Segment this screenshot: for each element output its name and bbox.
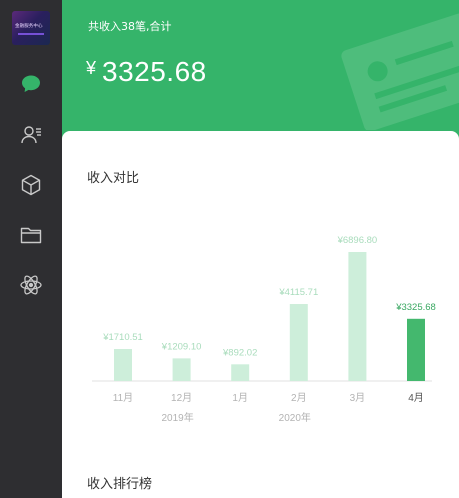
card-decoration-icon xyxy=(341,13,459,130)
bar-4[interactable] xyxy=(348,252,367,381)
sidebar: 金融服务中心 xyxy=(0,0,62,498)
bar-value-label-0: ¥1710.51 xyxy=(102,332,143,343)
income-total-amount: 3325.68 xyxy=(102,56,207,87)
category-label-2: 1月 xyxy=(232,392,248,404)
bar-0[interactable] xyxy=(114,349,132,381)
bar-3[interactable] xyxy=(289,304,308,381)
year-label-1: 2019年 xyxy=(161,411,193,424)
bar-2[interactable] xyxy=(231,364,250,381)
user-list-icon xyxy=(21,126,41,144)
nav-item-files[interactable] xyxy=(0,215,62,255)
nav-item-users[interactable] xyxy=(0,115,62,155)
income-total: ¥3325.68 xyxy=(86,56,207,88)
income-count-text: 共收入38笔,合计 xyxy=(88,20,172,33)
category-label-5: 4月 xyxy=(408,392,424,404)
bar-1[interactable] xyxy=(172,358,191,381)
bar-value-label-1: ¥1209.10 xyxy=(161,341,202,352)
income-comparison-card: 收入对比 ¥1710.51 11月 ¥1209.10 12月 2019年 ¥892.02 1… xyxy=(62,131,459,498)
logo-decoration xyxy=(18,33,44,35)
chat-icon xyxy=(22,75,40,92)
category-label-0: 11月 xyxy=(113,392,133,404)
category-label-4: 3月 xyxy=(350,392,366,404)
logo-text: 金融服务中心 xyxy=(15,24,43,29)
atom-icon xyxy=(20,275,42,295)
income-summary-header: 共收入38笔,合计 ¥3325.68 xyxy=(62,0,459,140)
year-label-3: 2020年 xyxy=(279,411,311,424)
bar-value-label-5: ¥3325.68 xyxy=(395,302,436,313)
nav-item-products[interactable] xyxy=(0,165,62,205)
nav-item-apps[interactable] xyxy=(0,265,62,305)
bar-value-label-4: ¥6896.80 xyxy=(337,235,378,246)
bar-value-label-2: ¥892.02 xyxy=(222,347,257,358)
app-logo[interactable]: 金融服务中心 xyxy=(12,11,50,45)
folder-icon xyxy=(20,227,42,244)
nav-item-messages[interactable] xyxy=(0,64,62,104)
cube-icon xyxy=(21,174,41,196)
bar-5[interactable] xyxy=(407,318,425,381)
ranking-section-title: 收入排行榜 xyxy=(87,477,153,492)
bar-value-label-3: ¥4115.71 xyxy=(278,287,318,298)
currency-symbol: ¥ xyxy=(86,58,97,78)
category-label-1: 12月 xyxy=(171,392,192,404)
category-label-3: 2月 xyxy=(291,392,307,404)
income-bar-chart: ¥1710.51 11月 ¥1209.10 12月 2019年 ¥892.02 1月 ¥411… xyxy=(92,235,436,424)
